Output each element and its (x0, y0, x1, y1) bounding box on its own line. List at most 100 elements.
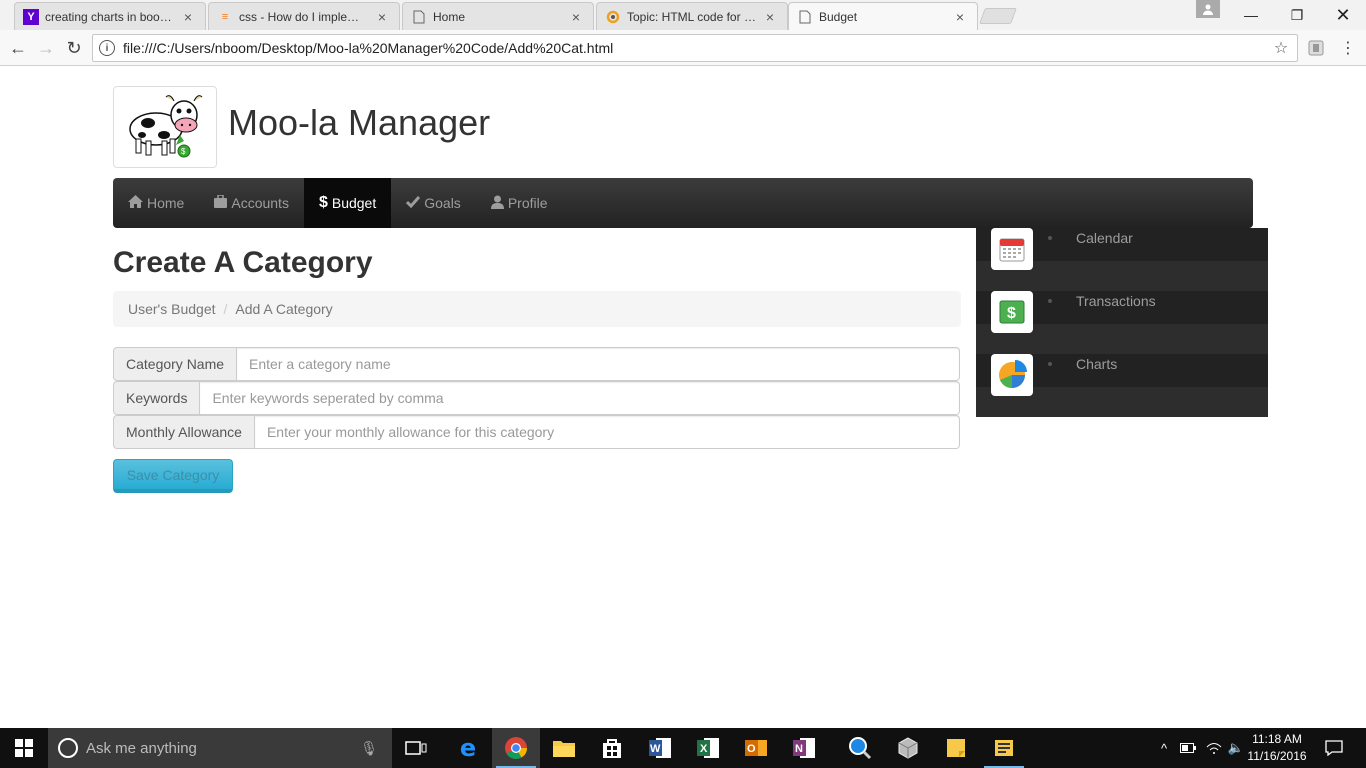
volume-icon[interactable]: 🔈 (1226, 728, 1246, 768)
cortana-icon (58, 738, 78, 758)
tab-close-icon[interactable]: × (181, 9, 195, 25)
svg-text:$: $ (1007, 305, 1016, 322)
browser-tab-strip: Y creating charts in bootstra × ≡ css - … (0, 0, 1366, 31)
monthly-allowance-input[interactable] (254, 415, 960, 449)
svg-text:X: X (700, 743, 708, 755)
close-window-icon[interactable]: ✕ (1320, 0, 1366, 30)
monthly-allowance-group: Monthly Allowance (113, 415, 960, 449)
bookmark-star-icon[interactable]: ☆ (1269, 38, 1293, 58)
wifi-icon[interactable] (1204, 728, 1224, 768)
keywords-input[interactable] (200, 381, 960, 415)
extension-icon[interactable] (1304, 36, 1328, 60)
stackoverflow-icon: ≡ (221, 10, 229, 23)
word-icon[interactable]: W (636, 728, 684, 768)
save-category-button[interactable]: Save Category (113, 459, 233, 493)
side-item-calendar[interactable]: Calendar (976, 228, 1268, 291)
system-clock[interactable]: 11:18 AM 11/16/2016 (1244, 731, 1310, 765)
side-item-label: Transactions (1076, 293, 1156, 309)
cortana-search-box[interactable]: Ask me anything 🎙 (48, 728, 392, 768)
tab-close-icon[interactable]: × (375, 9, 389, 25)
svg-text:O: O (747, 743, 756, 755)
side-item-label: Charts (1076, 356, 1118, 372)
app-cube-icon[interactable] (884, 728, 932, 768)
breadcrumb-link-budget[interactable]: User's Budget (128, 301, 216, 317)
minimize-icon[interactable]: — (1228, 0, 1274, 30)
keywords-group: Keywords (113, 381, 960, 415)
keywords-label: Keywords (113, 381, 201, 415)
sticky-notes-icon[interactable] (932, 728, 980, 768)
nav-label: Goals (424, 195, 461, 211)
tab-close-icon[interactable]: × (569, 9, 583, 25)
page-icon (411, 9, 427, 25)
breadcrumb: User's Budget / Add A Category (113, 291, 961, 327)
excel-icon[interactable]: X (684, 728, 732, 768)
restore-icon[interactable]: ❐ (1274, 0, 1320, 30)
browser-tab[interactable]: Home × (402, 2, 594, 30)
task-view-icon[interactable] (392, 728, 440, 768)
windows-taskbar: Ask me anything 🎙 e W X O N ^ 🔈 11:18 AM… (0, 728, 1366, 768)
store-icon[interactable] (588, 728, 636, 768)
tab-close-icon[interactable]: × (763, 9, 777, 25)
web-page: $ Moo-la Manager Home Accounts $ Budget … (0, 66, 1366, 728)
site-title: Moo-la Manager (228, 102, 491, 143)
file-explorer-icon[interactable] (540, 728, 588, 768)
browser-tab[interactable]: ≡ css - How do I implement × (208, 2, 400, 30)
loading-icon (605, 9, 621, 25)
bullet-dot (1048, 236, 1052, 240)
nav-label: Profile (507, 195, 548, 211)
reload-icon[interactable]: ↻ (62, 36, 86, 60)
nav-label: Accounts (231, 195, 289, 211)
windows-start-icon[interactable] (0, 728, 48, 768)
side-item-charts[interactable]: Charts (976, 354, 1268, 417)
budget-side-menu: Calendar $ Transactions Charts (976, 228, 1268, 417)
battery-icon[interactable] (1178, 728, 1198, 768)
outlook-icon[interactable]: O (732, 728, 780, 768)
show-hidden-icons-icon[interactable]: ^ (1156, 728, 1172, 768)
tab-close-icon[interactable]: × (953, 9, 967, 25)
nav-item-goals[interactable]: Goals (391, 178, 476, 228)
page-title: Create A Category (113, 246, 373, 279)
edge-browser-icon[interactable]: e (444, 728, 492, 768)
nav-item-profile[interactable]: Profile (476, 178, 563, 228)
search-app-icon[interactable] (836, 728, 884, 768)
chrome-icon[interactable] (492, 728, 540, 768)
pie-chart-icon (991, 354, 1033, 396)
nav-item-accounts[interactable]: Accounts (199, 178, 304, 228)
category-name-input[interactable] (237, 347, 960, 381)
onenote-icon[interactable]: N (780, 728, 828, 768)
breadcrumb-separator: / (223, 301, 228, 317)
nav-label: Budget (331, 195, 377, 211)
clock-time: 11:18 AM (1252, 732, 1302, 746)
info-icon[interactable]: i (99, 40, 115, 56)
sublime-text-icon[interactable] (980, 728, 1028, 768)
microphone-icon[interactable]: 🎙 (360, 740, 378, 757)
menu-kebab-icon[interactable]: ⋮ (1336, 36, 1360, 60)
address-bar[interactable]: i file:///C:/Users/nboom/Desktop/Moo-la%… (92, 34, 1298, 62)
yahoo-icon: Y (23, 8, 39, 25)
briefcase-icon (214, 194, 228, 211)
clock-date: 11/16/2016 (1247, 749, 1307, 763)
bullet-dot (1048, 362, 1052, 366)
category-name-label: Category Name (113, 347, 238, 381)
new-tab-button[interactable] (979, 8, 1017, 24)
svg-text:W: W (650, 743, 661, 755)
nav-item-budget[interactable]: $ Budget (303, 178, 392, 228)
monthly-allowance-label: Monthly Allowance (113, 415, 255, 449)
money-icon: $ (991, 291, 1033, 333)
cow-logo: $ (113, 86, 217, 168)
nav-label: Home (147, 195, 185, 211)
side-item-transactions[interactable]: $ Transactions (976, 291, 1268, 354)
home-icon (128, 195, 143, 211)
forward-icon[interactable]: → (34, 36, 58, 60)
category-name-group: Category Name (113, 347, 960, 381)
action-center-icon[interactable] (1318, 728, 1350, 768)
browser-toolbar: ← → ↻ i file:///C:/Users/nboom/Desktop/M… (0, 30, 1366, 66)
back-icon[interactable]: ← (6, 36, 30, 60)
browser-tab-active[interactable]: Budget × (788, 2, 978, 31)
browser-tab[interactable]: Y creating charts in bootstra × (14, 2, 206, 30)
bullet-dot (1048, 299, 1052, 303)
svg-text:N: N (795, 743, 803, 755)
profile-icon[interactable] (1196, 0, 1220, 18)
browser-tab[interactable]: Topic: HTML code for visi × (596, 2, 788, 30)
nav-item-home[interactable]: Home (113, 178, 199, 228)
